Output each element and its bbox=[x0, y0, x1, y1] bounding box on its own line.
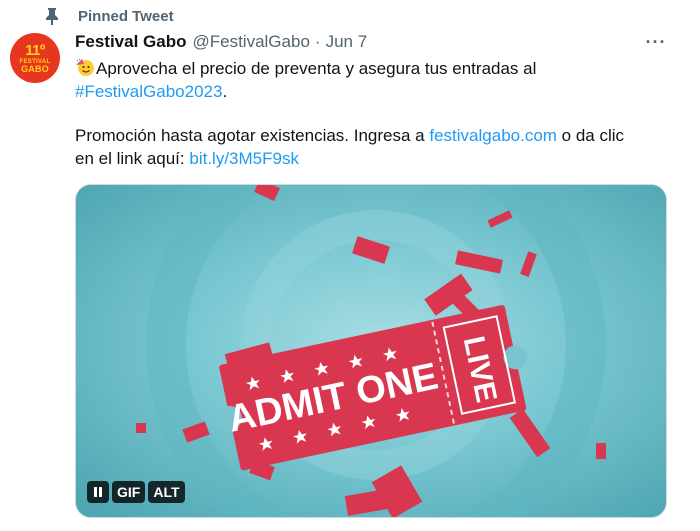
promo-text-3: o da clic bbox=[556, 126, 625, 145]
tweet-text-line1: Aprovecha el precio de preventa y asegur… bbox=[75, 57, 675, 81]
avatar-line3: GABO bbox=[21, 63, 49, 74]
gif-scene: ADMIT ONE LIVE bbox=[76, 185, 666, 517]
avatar-line1: 11º bbox=[25, 41, 45, 59]
tweet-header: Festival Gabo @FestivalGabo · Jun 7 bbox=[75, 31, 367, 53]
emoji-icon bbox=[76, 58, 94, 76]
pin-icon bbox=[46, 8, 58, 25]
separator: · bbox=[314, 32, 321, 51]
alt-button[interactable]: ALT bbox=[148, 481, 185, 503]
hashtag-suffix: . bbox=[222, 82, 228, 101]
promo-text-2: Promoción hasta agotar existencias. Ingr… bbox=[75, 126, 430, 145]
promo-text: Aprovecha el precio de preventa y asegur… bbox=[96, 59, 537, 78]
hashtag-link[interactable]: #FestivalGabo2023 bbox=[75, 82, 222, 101]
pause-button[interactable] bbox=[87, 481, 109, 503]
more-options-button[interactable]: ··· bbox=[644, 32, 668, 52]
short-link[interactable]: bit.ly/3M5F9sk bbox=[189, 149, 299, 168]
tweet-date[interactable]: Jun 7 bbox=[326, 32, 368, 52]
pause-icon bbox=[94, 487, 102, 497]
tweet-text-line2: #FestivalGabo2023. bbox=[75, 80, 675, 104]
gif-media[interactable]: ADMIT ONE LIVE GIF ALT bbox=[75, 184, 667, 518]
pinned-indicator: Pinned Tweet bbox=[44, 6, 174, 26]
pinned-label: Pinned Tweet bbox=[78, 7, 174, 25]
tweet-text-line3: Promoción hasta agotar existencias. Ingr… bbox=[75, 124, 675, 148]
site-link[interactable]: festivalgabo.com bbox=[429, 126, 557, 145]
gif-controls: GIF ALT bbox=[87, 481, 185, 503]
tweet-text-line4: en el link aquí: bit.ly/3M5F9sk bbox=[75, 147, 675, 171]
more-icon: ··· bbox=[645, 31, 667, 52]
display-name[interactable]: Festival Gabo bbox=[75, 32, 186, 52]
gif-badge: GIF bbox=[112, 481, 146, 503]
promo-text-4: en el link aquí: bbox=[75, 149, 190, 168]
user-handle[interactable]: @FestivalGabo bbox=[192, 32, 309, 52]
avatar[interactable]: 11º FESTIVAL GABO bbox=[10, 33, 60, 83]
